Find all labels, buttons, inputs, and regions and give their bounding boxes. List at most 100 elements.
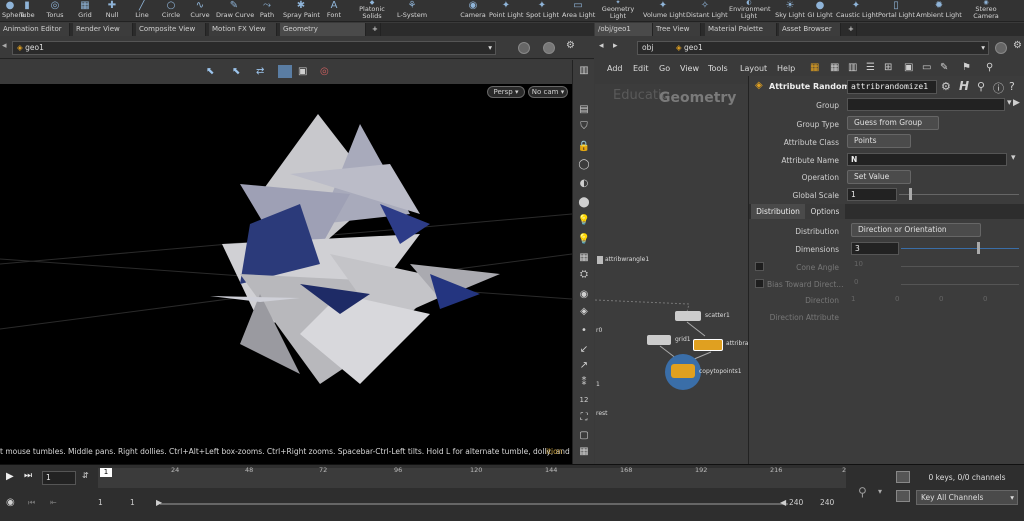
pin-icon[interactable] (518, 42, 530, 54)
camera-tool[interactable]: ◉ Camera (460, 0, 486, 22)
dimensions-field[interactable]: 3 (851, 242, 899, 255)
uv-icon[interactable]: ⛶ (576, 411, 592, 425)
distribution-menu[interactable]: Direction or Orientation (851, 223, 981, 237)
zoom-icon[interactable]: ⚲ (986, 62, 993, 73)
tab-material-palette[interactable]: Material Palette (705, 23, 777, 36)
spot-light-tool[interactable]: ✦ Spot Light (526, 0, 559, 22)
draw-curve-tool[interactable]: ✎ Draw Curve (216, 0, 254, 22)
circle-tool[interactable]: ○ Circle (160, 0, 182, 22)
image-icon[interactable]: ▣ (904, 62, 913, 73)
flag-icon[interactable]: ⚑ (962, 62, 971, 73)
group-type-menu[interactable]: Guess from Group (847, 116, 939, 130)
portal-light-tool[interactable]: ▯ Portal Light (878, 0, 915, 22)
link-icon[interactable] (543, 42, 555, 54)
group-field[interactable] (847, 98, 1005, 111)
key-icon[interactable]: ⚲ (858, 485, 867, 499)
network-icon[interactable]: ⊞ (884, 62, 892, 73)
menu-view[interactable]: View (680, 64, 699, 73)
menu-add[interactable]: Add (607, 64, 623, 73)
layout-icon[interactable]: ▥ (848, 62, 857, 73)
3d-viewport[interactable]: Persp ▾ No cam ▾ t mouse tumbles. Middle… (0, 84, 572, 464)
shading-2-icon[interactable]: ◐ (576, 177, 592, 191)
curve-tool[interactable]: ∿ Curve (189, 0, 211, 22)
node-name-field[interactable]: attribrandomize1 (847, 80, 937, 94)
record-icon[interactable]: ◎ (320, 66, 329, 77)
prim-number-icon[interactable]: 12 (576, 393, 592, 407)
tab-tree-view[interactable]: Tree View (653, 23, 701, 36)
range-end-2[interactable]: 240 (820, 498, 834, 507)
sky-light-tool[interactable]: ☀ Sky Light (775, 0, 805, 22)
menu-help[interactable]: Help (777, 64, 795, 73)
light-bulb-2-icon[interactable]: 💡 (576, 233, 592, 247)
range-end-1[interactable]: 240 (789, 498, 803, 507)
menu-edit[interactable]: Edit (633, 64, 649, 73)
network-path-field[interactable]: obj ◈ geo1 ▾ (637, 41, 989, 55)
point-display-icon[interactable]: ◈ (576, 305, 592, 319)
tab-animation-editor[interactable]: Animation Editor (0, 23, 70, 36)
volume-light-tool[interactable]: ✦ Volume Light (643, 0, 685, 22)
chevron-down-icon[interactable]: ▾ (878, 487, 882, 496)
ghost-icon[interactable]: ⛭ (576, 268, 592, 282)
tab-distribution[interactable]: Distribution (751, 204, 805, 219)
distant-light-tool[interactable]: ✧ Distant Light (686, 0, 728, 22)
global-scale-slider-handle[interactable] (909, 188, 912, 200)
tab-obj-geo1[interactable]: /obj/geo1 (595, 23, 653, 36)
back-arrow-icon[interactable]: ◂ (2, 41, 7, 51)
skip-start-icon[interactable]: ⏮ (28, 498, 35, 508)
transform-icon[interactable]: ⬉ (232, 66, 240, 77)
color-palette-icon[interactable]: ▦ (810, 62, 819, 73)
tab-asset-browser[interactable]: Asset Browser (779, 23, 841, 36)
attribute-name-field[interactable]: N (847, 153, 1007, 166)
menu-go[interactable]: Go (659, 64, 670, 73)
lighting-icon[interactable]: ⬤ (576, 196, 592, 210)
global-scale-field[interactable]: 1 (847, 188, 897, 201)
list-icon[interactable]: ☰ (866, 62, 875, 73)
range-slider[interactable] (160, 503, 788, 505)
tab-geometry-spreadsheet[interactable]: Geometry Spreadsheet (280, 23, 366, 46)
select-icon[interactable]: ⬉ (206, 66, 214, 77)
font-tool[interactable]: A Font (324, 0, 344, 22)
geometry-light-tool[interactable]: ✦ Geometry Light (600, 0, 636, 22)
sticky-icon[interactable]: ▭ (922, 62, 931, 73)
scatter-node[interactable] (675, 311, 701, 321)
camera-menu[interactable]: No cam ▾ (528, 86, 568, 98)
range-left-handle-icon[interactable]: ▶ (156, 498, 162, 507)
range-start-1[interactable]: 1 (98, 498, 103, 507)
line-tool[interactable]: ╱ Line (132, 0, 152, 22)
attribrandomize-node[interactable] (693, 339, 723, 351)
display-mode-icon[interactable]: ▥ (576, 64, 592, 78)
dimensions-slider-handle[interactable] (977, 242, 980, 254)
wrangle-node[interactable] (597, 256, 603, 264)
gi-light-tool[interactable]: ● GI Light (807, 0, 833, 22)
snap-icon[interactable] (278, 65, 292, 78)
attribute-class-menu[interactable]: Points (847, 134, 911, 148)
network-editor[interactable]: Educatio Geometry attribwrangle1 scatter… (595, 84, 778, 464)
tab-options[interactable]: Options (805, 204, 845, 219)
perspective-menu[interactable]: Persp ▾ (487, 86, 525, 98)
pane-menu-icon[interactable]: ⚙ (1013, 40, 1022, 51)
key-all-channels-menu[interactable]: Key All Channels ▾ (916, 490, 1018, 505)
area-light-tool[interactable]: ▭ Area Light (562, 0, 595, 22)
group-select-arrow-icon[interactable]: ▶ (1013, 98, 1020, 108)
current-frame-field[interactable]: 1 (42, 471, 76, 485)
add-tab-button[interactable]: + (845, 23, 857, 36)
torus-tool[interactable]: ◎ Torus (44, 0, 66, 22)
grid-tool[interactable]: ▦ Grid (74, 0, 96, 22)
range-icon[interactable]: ⇤ (50, 498, 57, 507)
stereo-camera-tool[interactable]: ◉ Stereo Camera (968, 0, 1004, 22)
frame-step-icon[interactable]: ⇵ (82, 471, 89, 480)
spray-paint-tool[interactable]: ✱ Spray Paint (283, 0, 320, 22)
light-bulb-icon[interactable]: 💡 (576, 214, 592, 228)
null-tool[interactable]: ✚ Null (102, 0, 122, 22)
tab-motion-fx-view[interactable]: Motion FX View (209, 23, 277, 36)
realtime-icon[interactable]: ◉ (6, 497, 15, 508)
channels-icon[interactable] (896, 490, 910, 502)
point-light-tool[interactable]: ✦ Point Light (489, 0, 523, 22)
vector-icon[interactable]: ↗ (576, 359, 592, 373)
help-icon[interactable]: ? (1009, 80, 1015, 93)
attribute-name-dropdown-icon[interactable]: ▾ (1011, 153, 1016, 163)
range-right-handle-icon[interactable]: ◀ (780, 498, 786, 507)
menu-layout[interactable]: Layout (740, 64, 767, 73)
caustic-light-tool[interactable]: ✦ Caustic Light (836, 0, 878, 22)
tab-composite-view[interactable]: Composite View (136, 23, 206, 36)
